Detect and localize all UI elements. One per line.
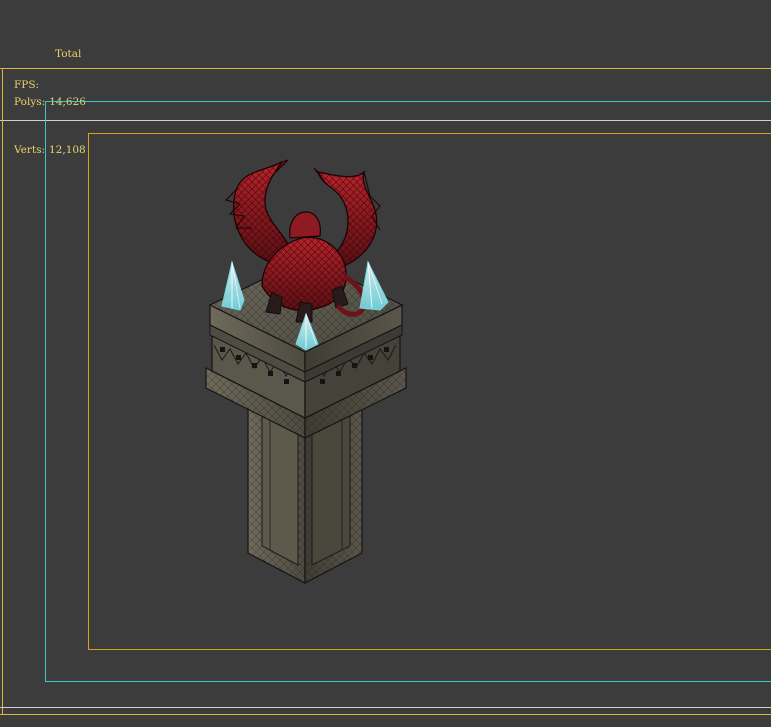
crystal-right[interactable]: [359, 260, 389, 311]
scene-model[interactable]: [0, 0, 771, 727]
crystal-left[interactable]: [221, 260, 245, 311]
3d-viewport[interactable]: Total Polys: 14,626 Verts: 12,108 FPS:: [0, 0, 771, 727]
